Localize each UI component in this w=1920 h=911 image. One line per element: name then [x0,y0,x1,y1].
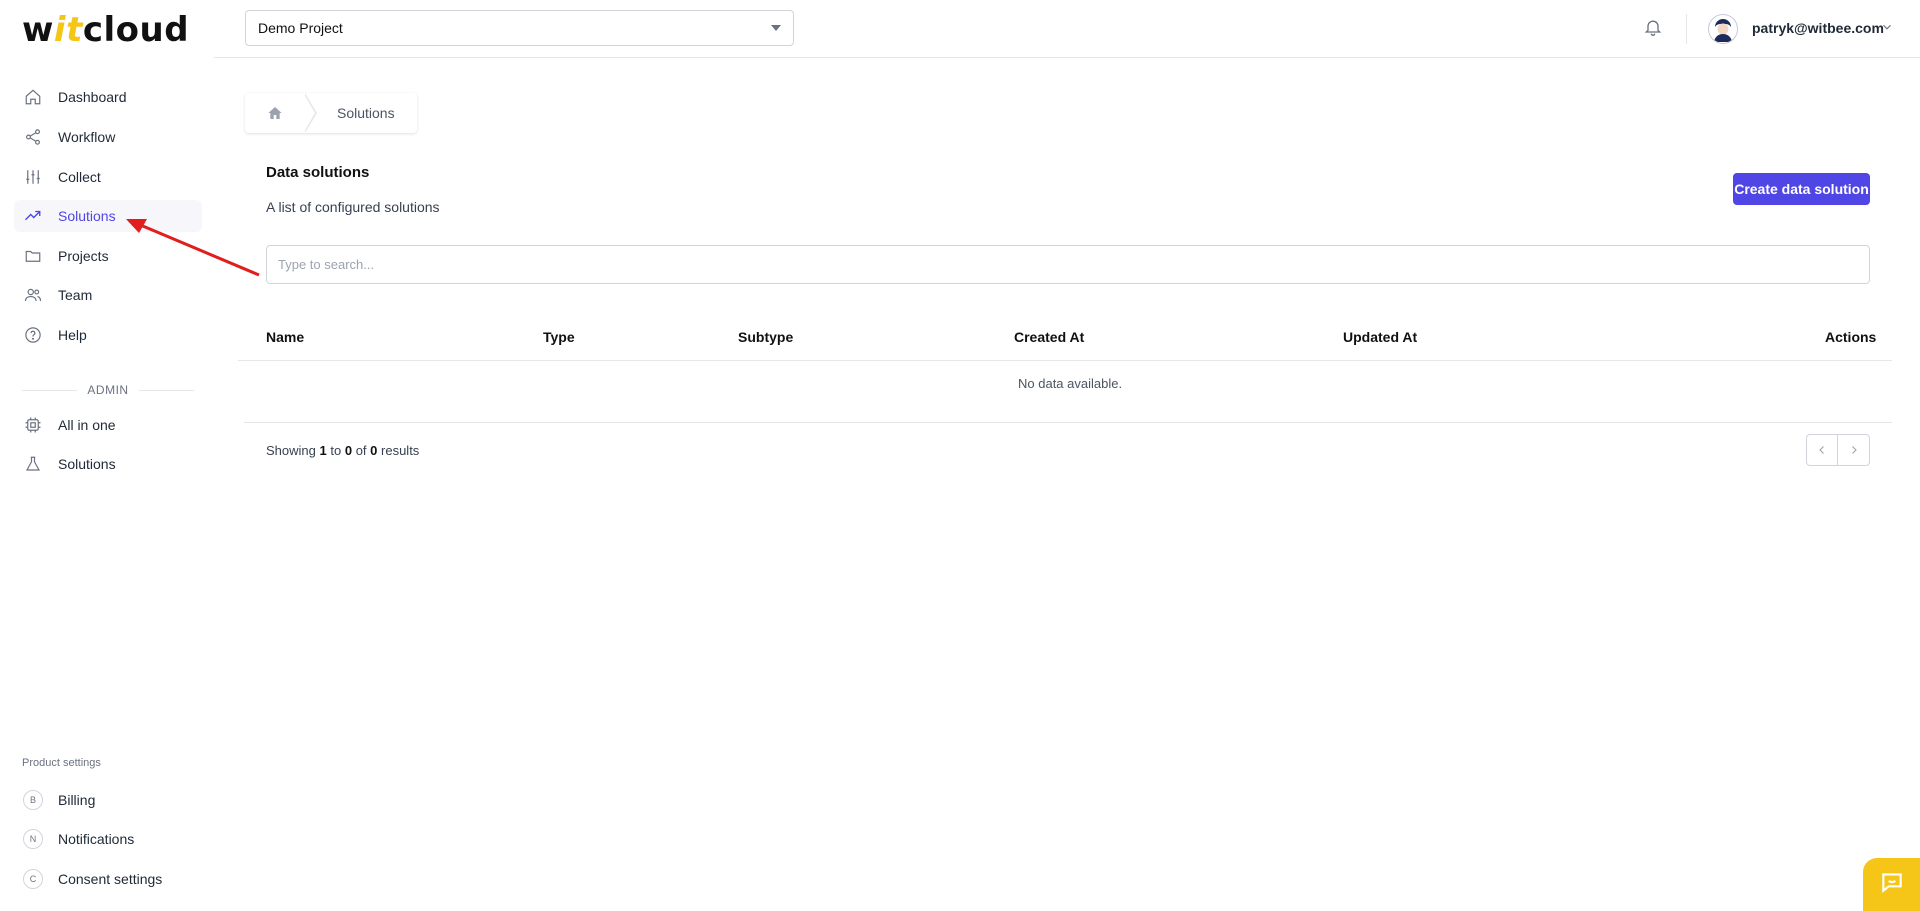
create-data-solution-button[interactable]: Create data solution [1733,173,1870,205]
sidebar-item-label: Collect [58,169,101,185]
users-icon [23,285,43,305]
user-email[interactable]: patryk@witbee.com [1752,20,1884,36]
header-divider [1686,14,1687,44]
breadcrumb-current: Solutions [337,105,395,121]
column-header-type[interactable]: Type [543,329,575,345]
pagination-controls [1806,434,1870,466]
sidebar-item-all-in-one[interactable]: All in one [14,409,202,441]
product-settings-label: Product settings [22,757,101,769]
bell-icon[interactable] [1643,17,1663,42]
chat-widget-button[interactable] [1863,858,1920,911]
consent-badge-icon: C [23,869,43,889]
chat-icon [1879,869,1905,900]
share-icon [23,127,43,147]
column-header-created-at[interactable]: Created At [1014,329,1084,345]
project-select[interactable]: Demo Project [245,10,794,46]
search-input[interactable] [266,245,1870,284]
empty-state-text: No data available. [1018,376,1123,391]
sidebar-item-label: All in one [58,417,116,433]
caret-down-icon [771,25,781,31]
folder-icon [23,246,43,266]
sidebar-item-admin-solutions[interactable]: Solutions [14,448,202,480]
sidebar-item-label: Dashboard [58,89,127,105]
table-footer-divider [244,422,1892,423]
cpu-icon [23,415,43,435]
page-title: Data solutions [266,164,370,181]
project-select-value: Demo Project [258,20,343,36]
sidebar-item-label: Billing [58,792,96,808]
sidebar: witcloud Dashboard Workflow Collect Solu… [0,0,214,911]
flask-icon [23,454,43,474]
sidebar-item-label: Solutions [58,456,116,472]
home-icon [23,87,43,107]
avatar[interactable] [1708,14,1738,44]
sidebar-item-label: Help [58,327,87,343]
pagination-summary: Showing 1 to 0 of 0 results [266,443,420,458]
sidebar-item-team[interactable]: Team [14,279,202,311]
sidebar-item-consent-settings[interactable]: C Consent settings [14,863,202,895]
sidebar-item-label: Team [58,287,93,303]
sidebar-item-notifications[interactable]: N Notifications [14,823,202,855]
trending-up-icon [23,206,43,226]
column-header-actions: Actions [1825,329,1877,345]
sliders-icon [23,167,43,187]
column-header-name[interactable]: Name [266,329,304,345]
top-header: Demo Project patryk@witbee.com [214,0,1920,58]
table-header-divider [238,360,1892,361]
next-page-button[interactable] [1838,435,1869,465]
chevron-down-icon[interactable] [1880,20,1894,39]
sidebar-item-collect[interactable]: Collect [14,161,202,193]
sidebar-item-label: Consent settings [58,871,163,887]
sidebar-item-label: Solutions [58,208,116,224]
billing-badge-icon: B [23,790,43,810]
sidebar-item-label: Workflow [58,129,116,145]
witcloud-logo[interactable]: witcloud [22,10,189,50]
sidebar-item-projects[interactable]: Projects [14,240,202,272]
help-circle-icon [23,325,43,345]
sidebar-item-workflow[interactable]: Workflow [14,121,202,153]
sidebar-item-billing[interactable]: B Billing [14,784,202,816]
previous-page-button[interactable] [1807,435,1839,465]
home-icon[interactable] [245,93,305,133]
sidebar-item-dashboard[interactable]: Dashboard [14,81,202,113]
column-header-subtype[interactable]: Subtype [738,329,793,345]
sidebar-item-solutions[interactable]: Solutions [14,200,202,232]
breadcrumb-separator [304,93,317,133]
notifications-badge-icon: N [23,829,43,849]
column-header-updated-at[interactable]: Updated At [1343,329,1417,345]
sidebar-item-label: Projects [58,248,109,264]
sidebar-item-help[interactable]: Help [14,319,202,351]
page-description: A list of configured solutions [266,199,440,215]
admin-separator: ADMIN [22,383,195,397]
sidebar-item-label: Notifications [58,831,135,847]
breadcrumb: Solutions [245,93,417,133]
